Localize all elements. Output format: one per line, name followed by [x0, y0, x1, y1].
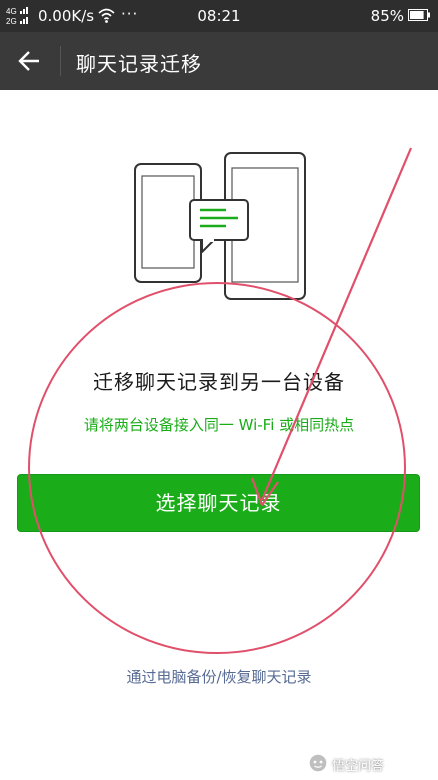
- watermark-text: 悟空问答: [332, 759, 385, 774]
- watermark: 悟空问答: [308, 752, 428, 774]
- title-divider: [60, 46, 61, 76]
- back-button[interactable]: [12, 45, 46, 77]
- arrow-left-icon: [18, 51, 39, 71]
- battery-percent: 85%: [370, 7, 404, 25]
- wukong-logo-icon: [308, 753, 328, 773]
- wifi-hint: 请将两台设备接入同一 Wi-Fi 或相同热点: [83, 416, 355, 434]
- devices-chat-illustration-icon: [134, 152, 306, 300]
- battery-icon: [408, 9, 430, 21]
- annotation-circle: [28, 282, 406, 654]
- title-bar: 聊天记录迁移: [0, 32, 438, 90]
- headline: 迁移聊天记录到另一台设备: [93, 370, 345, 394]
- status-bar: 4G 2G 0.00K/s ··· 08:21 85%: [0, 0, 438, 32]
- pc-backup-restore-link[interactable]: 通过电脑备份/恢复聊天记录: [0, 666, 438, 687]
- page-title: 聊天记录迁移: [76, 52, 202, 76]
- select-chat-history-button[interactable]: 选择聊天记录: [17, 474, 420, 532]
